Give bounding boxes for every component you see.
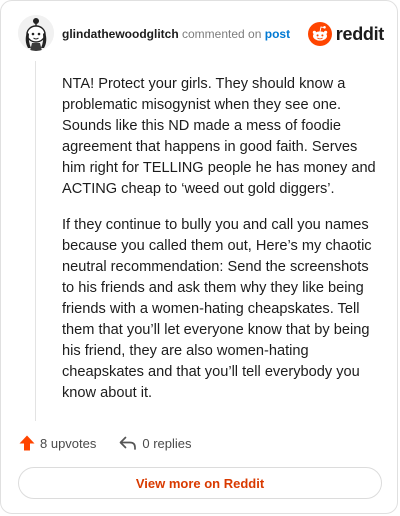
reddit-snoo-icon	[307, 22, 332, 46]
comment-actions: 8 upvotes 0 replies	[18, 431, 192, 455]
comment-embed-card: glindathewoodglitch commented on post re…	[0, 0, 398, 514]
reply-arrow-icon	[120, 436, 137, 450]
comment-paragraph: NTA! Protect your girls. They should kno…	[62, 76, 376, 197]
avatar-illustration-icon	[18, 15, 54, 51]
post-link[interactable]: post	[265, 27, 290, 41]
upvote-count: 8 upvotes	[40, 435, 97, 451]
reddit-brand-link[interactable]: reddit	[307, 21, 385, 47]
reddit-wordmark: reddit	[335, 23, 385, 44]
username-link[interactable]: glindathewoodglitch	[62, 27, 179, 41]
replies-button[interactable]: 0 replies	[118, 434, 192, 452]
comment-body: NTA! Protect your girls. They should kno…	[62, 74, 380, 419]
user-avatar[interactable]	[18, 15, 54, 51]
comment-paragraph: If they continue to bully you and call y…	[62, 217, 372, 401]
upvote-button[interactable]: 8 upvotes	[18, 434, 96, 452]
upvote-arrow-icon	[19, 435, 35, 451]
comment-header: glindathewoodglitch commented on post re…	[18, 15, 384, 55]
commented-on-text: commented on	[182, 27, 262, 41]
view-more-button[interactable]: View more on Reddit	[18, 467, 382, 499]
comment-byline: glindathewoodglitch commented on post	[62, 27, 290, 41]
reply-count: 0 replies	[142, 435, 192, 451]
thread-line[interactable]	[35, 61, 36, 421]
